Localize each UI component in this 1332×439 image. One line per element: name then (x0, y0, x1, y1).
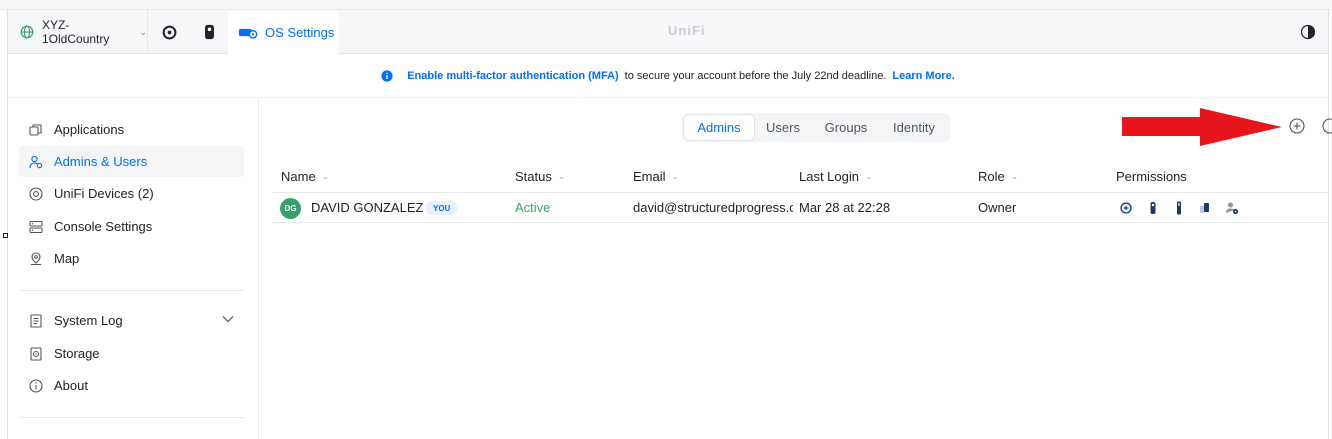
enable-mfa-link[interactable]: Enable multi-factor authentication (MFA) (407, 70, 618, 82)
column-label: Status (515, 169, 552, 184)
sidebar-item-storage[interactable]: Storage (19, 338, 244, 369)
network-app-icon (1120, 202, 1132, 214)
sidebar-item-unifi-devices[interactable]: UniFi Devices (2) (19, 178, 244, 209)
admin-name: DAVID GONZALEZ (311, 200, 424, 215)
sidebar-item-console-settings[interactable]: Console Settings (19, 211, 244, 242)
chevron-down-icon: ⌄ (139, 26, 147, 37)
annotation-arrow-icon (1122, 108, 1282, 146)
tab-unifi-protect[interactable] (189, 10, 229, 54)
unifi-protect-icon (204, 24, 214, 40)
sidebar-item-map[interactable]: Map (19, 243, 244, 274)
frame-right-border (1328, 9, 1329, 439)
tab-os-settings[interactable]: OS Settings (228, 10, 338, 54)
segment-users[interactable]: Users (754, 115, 812, 140)
column-header-role[interactable]: Role ⌄ (978, 169, 1018, 184)
segment-identity[interactable]: Identity (880, 115, 948, 140)
banner-text: to secure your account before the July 2… (624, 70, 887, 82)
chevron-down-icon[interactable] (222, 315, 234, 323)
sidebar-item-system-log[interactable]: System Log (19, 305, 244, 336)
sidebar-item-label: Applications (54, 122, 125, 137)
sidebar-item-label: Admins & Users (54, 154, 148, 169)
column-label: Name (281, 169, 316, 184)
column-label: Permissions (1116, 169, 1187, 184)
sort-chevron-icon: ⌄ (671, 171, 680, 181)
admins-users-segmented-control: Admins Users Groups Identity (682, 113, 950, 142)
tab-os-settings-label: OS Settings (265, 24, 335, 40)
table-row[interactable]: DG DAVID GONZALEZ YOU Active david@struc… (272, 193, 1328, 223)
theme-toggle-icon[interactable] (1300, 24, 1316, 40)
tab-unifi-network[interactable] (149, 10, 189, 54)
admins-users-icon (29, 155, 43, 168)
storage-icon (30, 346, 42, 361)
console-settings-icon (29, 220, 43, 233)
sidebar-item-admins-users[interactable]: Admins & Users (19, 146, 244, 177)
column-header-permissions: Permissions (1116, 169, 1187, 184)
admin-settings-icon (1226, 202, 1239, 215)
unifi-network-icon (162, 25, 176, 39)
top-navigation-bar: XYZ-1OldCountry ⌄ OS Settings UniFi (8, 10, 1328, 54)
add-admin-button[interactable] (1289, 118, 1305, 134)
segment-admins[interactable]: Admins (684, 115, 754, 140)
last-login: Mar 28 at 22:28 (799, 200, 891, 215)
sort-chevron-icon: ⌄ (321, 171, 330, 181)
sort-chevron-icon: ⌄ (865, 171, 873, 181)
about-icon (29, 378, 43, 393)
sidebar-divider (19, 290, 244, 291)
admin-email: david@structuredprogress.com (633, 200, 793, 215)
sidebar-item-label: Map (54, 251, 80, 266)
unifi-devices-icon (29, 186, 43, 201)
segment-groups[interactable]: Groups (812, 115, 880, 140)
console-selector[interactable]: XYZ-1OldCountry ⌄ (8, 10, 148, 54)
admin-role: Owner (978, 200, 1017, 215)
column-header-email[interactable]: Email ⌄ (633, 169, 679, 184)
browser-frame-top (0, 0, 1332, 10)
unifi-brand-logo: UniFi (668, 23, 706, 38)
column-label: Email (633, 169, 666, 184)
sort-chevron-icon: ⌄ (557, 171, 566, 181)
sort-chevron-icon: ⌄ (1010, 171, 1019, 181)
talk-app-icon (1200, 203, 1209, 213)
sidebar-item-label: About (54, 378, 88, 393)
sidebar-item-about[interactable]: About (19, 370, 244, 401)
sidebar-item-label: Console Settings (54, 219, 153, 234)
you-badge: YOU (425, 201, 459, 215)
column-label: Last Login (799, 169, 859, 184)
applications-icon (29, 123, 42, 136)
learn-more-link[interactable]: Learn More. (892, 70, 954, 82)
os-settings-icon (238, 28, 258, 39)
more-options-icon[interactable] (1322, 118, 1332, 134)
system-log-icon (30, 313, 42, 328)
info-icon (381, 70, 393, 82)
column-header-name[interactable]: Name ⌄ (281, 169, 329, 184)
mfa-banner: Enable multi-factor authentication (MFA)… (8, 55, 1328, 98)
avatar: DG (280, 198, 301, 219)
sidebar-item-label: Storage (54, 346, 100, 361)
admins-table-header: Name ⌄ Status ⌄ Email ⌄ Last Login ⌄ Rol… (272, 162, 1328, 193)
status-badge: Active (515, 200, 551, 215)
sidebar-divider (19, 417, 244, 418)
sidebar-item-applications[interactable]: Applications (19, 114, 244, 145)
protect-app-icon (1150, 202, 1156, 214)
map-pin-icon (31, 251, 41, 265)
sidebar-item-label: System Log (54, 313, 123, 328)
globe-icon (20, 25, 34, 39)
settings-sidebar: Applications Admins & Users UniFi Device… (8, 99, 259, 439)
column-label: Role (978, 169, 1005, 184)
access-app-icon (1177, 201, 1181, 215)
console-name: XYZ-1OldCountry (42, 18, 110, 46)
column-header-status[interactable]: Status ⌄ (515, 169, 565, 184)
column-header-last-login[interactable]: Last Login ⌄ (799, 169, 873, 184)
sidebar-item-label: UniFi Devices (2) (54, 186, 154, 201)
